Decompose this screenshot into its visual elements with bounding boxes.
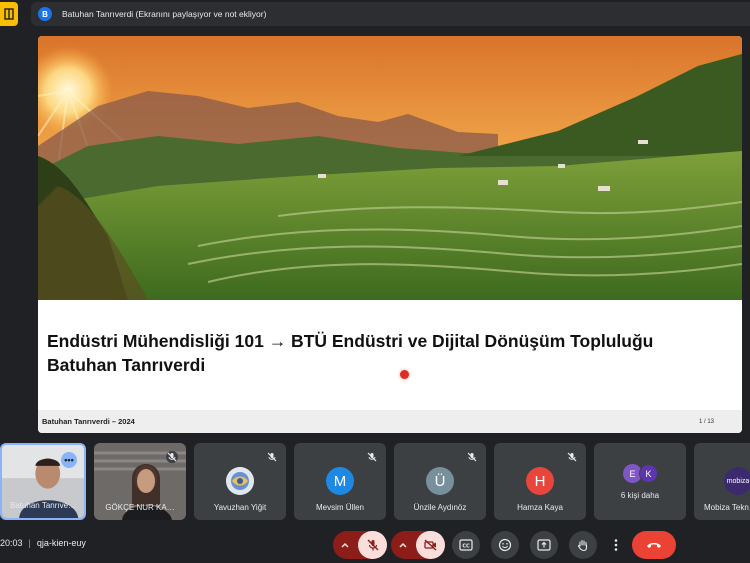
participant-name: Yavuzhan Yiğit	[213, 503, 267, 512]
mic-off-icon	[367, 539, 378, 551]
slide-title-line-1: Endüstri Mühendisliği 101 → BTÜ Endüstri…	[47, 331, 654, 351]
laser-pointer-icon	[400, 370, 409, 379]
slide-footer-author: Batuhan Tanrıverdi – 2024	[42, 417, 135, 426]
participant-avatar	[226, 467, 254, 495]
participant-avatar: K	[639, 464, 658, 483]
captions-button[interactable]: CC	[452, 531, 480, 559]
presentation-slide: Endüstri Mühendisliği 101 → BTÜ Endüstri…	[38, 36, 742, 433]
participant-avatar: M	[326, 467, 354, 495]
more-vert-icon	[614, 539, 618, 551]
participant-name: Mevsim Üllen	[315, 503, 364, 512]
screen-share-banner: B Batuhan Tanrıverdi (Ekranını paylaşıyo…	[31, 2, 750, 26]
more-options-button[interactable]	[608, 531, 624, 559]
mic-off-icon	[166, 451, 178, 463]
sharing-status-text: Batuhan Tanrıverdi (Ekranını paylaşıyor …	[62, 9, 267, 19]
participant-tile-hamza[interactable]: H Hamza Kaya	[494, 443, 586, 520]
top-bar: B Batuhan Tanrıverdi (Ekranını paylaşıyo…	[0, 0, 750, 28]
participant-avatar: H	[526, 467, 554, 495]
present-screen-icon	[537, 539, 551, 551]
participant-tile-mevsim[interactable]: M Mevsim Üllen	[294, 443, 386, 520]
meeting-info: 20:03 | qja-kien-euy	[0, 538, 86, 548]
mic-control	[333, 531, 387, 559]
present-button[interactable]	[530, 531, 558, 559]
emoji-icon	[498, 538, 512, 552]
slide-landscape-image	[38, 36, 742, 300]
raise-hand-button[interactable]	[569, 531, 597, 559]
mic-off-icon	[467, 452, 477, 462]
camera-off-icon	[424, 539, 437, 551]
participant-name: Ünzile Aydınöz	[413, 503, 467, 512]
participant-tile-gokce[interactable]: GÖKÇE NUR KA…	[94, 443, 186, 520]
slide-page-number: 1 / 13	[698, 418, 714, 425]
participant-tile-self[interactable]: ••• Batuhan Tanrıve…	[0, 443, 86, 520]
slide-title: Endüstri Mühendisliği 101 → BTÜ Endüstri…	[47, 329, 737, 377]
participant-name: Mobiza Tekn…	[704, 503, 750, 512]
mic-off-icon	[367, 452, 377, 462]
participant-tile-mobiza[interactable]: mobiza Mobiza Tekn…	[694, 443, 750, 520]
mic-off-icon	[267, 452, 277, 462]
chevron-up-icon[interactable]	[339, 539, 351, 551]
participant-tile-others[interactable]: E K 6 kişi daha	[594, 443, 686, 520]
participant-logo: mobiza	[724, 467, 750, 495]
camera-control	[391, 531, 445, 559]
meeting-time: 20:03	[0, 538, 23, 548]
camera-toggle-button[interactable]	[416, 531, 445, 559]
emoji-button[interactable]	[491, 531, 519, 559]
captions-icon: CC	[459, 539, 473, 551]
participant-name: GÖKÇE NUR KA…	[105, 503, 175, 512]
participant-tile-unzile[interactable]: Ü Ünzile Aydınöz	[394, 443, 486, 520]
meet-presenter-icon[interactable]	[0, 2, 18, 26]
participant-tile-yavuzhan[interactable]: Yavuzhan Yiğit	[194, 443, 286, 520]
slide-footer: Batuhan Tanrıverdi – 2024 1 / 13	[38, 410, 742, 433]
leave-call-button[interactable]	[632, 531, 676, 559]
presenter-avatar: B	[38, 7, 52, 21]
svg-text:CC: CC	[462, 543, 470, 549]
chevron-up-icon[interactable]	[397, 539, 409, 551]
participant-avatar: Ü	[426, 467, 454, 495]
participant-name: Hamza Kaya	[517, 503, 563, 512]
meeting-code[interactable]: qja-kien-euy	[37, 538, 86, 548]
call-end-icon	[647, 543, 661, 548]
mic-toggle-button[interactable]	[358, 531, 387, 559]
mic-off-icon	[567, 452, 577, 462]
slide-title-line-2: Batuhan Tanrıverdi	[47, 355, 206, 375]
more-options-icon[interactable]: •••	[61, 452, 77, 468]
raise-hand-icon	[578, 539, 588, 552]
meeting-info-separator: |	[28, 538, 31, 548]
participant-name: Batuhan Tanrıve…	[9, 501, 77, 510]
participant-name: 6 kişi daha	[620, 491, 660, 500]
